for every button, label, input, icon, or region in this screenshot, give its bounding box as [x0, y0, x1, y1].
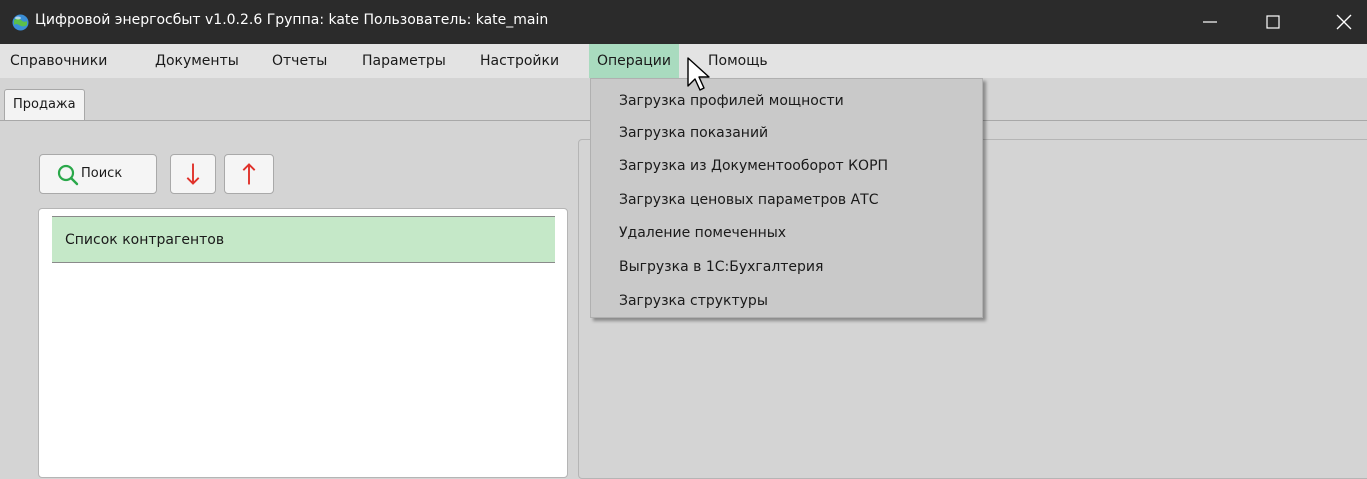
- menu-otchety[interactable]: Отчеты: [264, 44, 335, 78]
- menu-nastroyki[interactable]: Настройки: [472, 44, 567, 78]
- search-icon: [57, 164, 79, 186]
- arrow-up-icon: [242, 163, 256, 185]
- menu-item-load-power-profiles[interactable]: Загрузка профилей мощности: [619, 87, 844, 115]
- list-item-label: Список контрагентов: [65, 232, 225, 248]
- operations-dropdown: Загрузка профилей мощности Загрузка пока…: [590, 78, 983, 318]
- menu-item-load-docflow[interactable]: Загрузка из Документооборот КОРП: [619, 152, 888, 180]
- menu-dokumenty[interactable]: Документы: [147, 44, 247, 78]
- maximize-button[interactable]: [1250, 0, 1296, 44]
- menu-item-load-structure[interactable]: Загрузка структуры: [619, 287, 768, 315]
- arrow-down-icon: [186, 163, 200, 185]
- menu-bar: Справочники Документы Отчеты Параметры Н…: [0, 44, 1367, 79]
- tab-prodazha[interactable]: Продажа: [4, 89, 85, 120]
- globe-icon: [12, 14, 29, 31]
- menu-item-load-readings[interactable]: Загрузка показаний: [619, 119, 768, 147]
- search-button-label: Поиск: [81, 166, 123, 181]
- close-button[interactable]: [1321, 0, 1367, 44]
- mouse-cursor-icon: [687, 57, 710, 91]
- menu-operatsii[interactable]: Операции: [589, 44, 679, 78]
- list-item-contractors[interactable]: Список контрагентов: [52, 216, 555, 263]
- move-down-button[interactable]: [170, 154, 216, 194]
- menu-item-load-ats-prices[interactable]: Загрузка ценовых параметров АТС: [619, 186, 879, 214]
- window-title: Цифровой энергосбыт v1.0.2.6 Группа: kat…: [35, 12, 549, 28]
- minimize-icon: [1203, 21, 1217, 23]
- menu-item-delete-marked[interactable]: Удаление помеченных: [619, 219, 786, 247]
- search-button[interactable]: Поиск: [39, 154, 157, 194]
- move-up-button[interactable]: [224, 154, 274, 194]
- menu-item-export-1c[interactable]: Выгрузка в 1С:Бухгалтерия: [619, 253, 823, 281]
- minimize-button[interactable]: [1187, 0, 1233, 44]
- close-icon: [1336, 14, 1352, 30]
- menu-parametry[interactable]: Параметры: [354, 44, 454, 78]
- menu-spravochniki[interactable]: Справочники: [2, 44, 115, 78]
- title-bar: Цифровой энергосбыт v1.0.2.6 Группа: kat…: [0, 0, 1367, 44]
- contractors-list-panel: Список контрагентов: [38, 208, 568, 478]
- maximize-icon: [1266, 15, 1280, 29]
